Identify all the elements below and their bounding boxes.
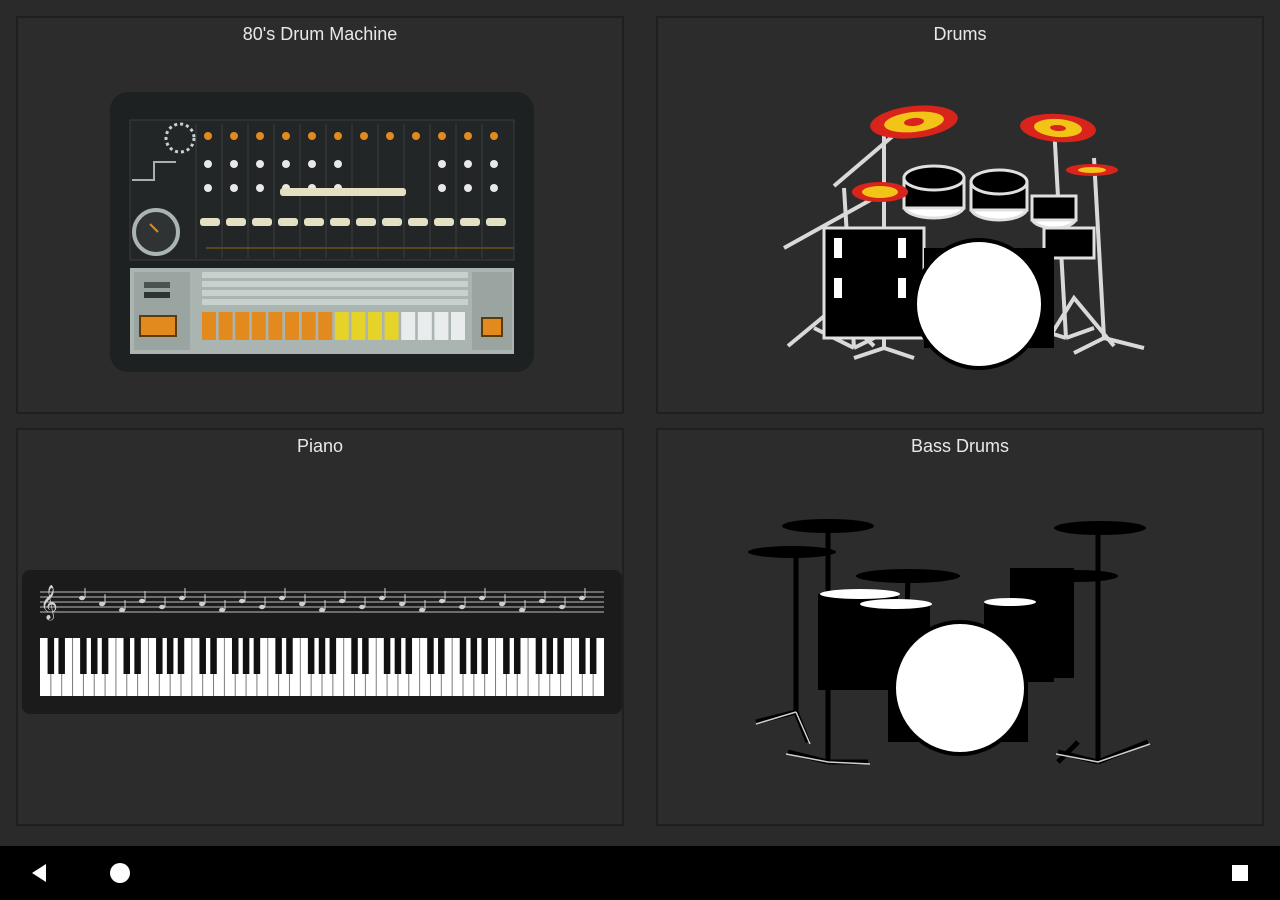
drum-machine-icon — [110, 92, 534, 372]
piano-keyboard-icon: 𝄞 — [22, 570, 622, 714]
tile-title: Bass Drums — [910, 436, 1009, 456]
tile-bass-drums[interactable]: Bass Drums — [656, 428, 1264, 826]
tile-title: 80's Drum Machine — [242, 24, 398, 44]
drum-kit-icon — [783, 105, 1145, 370]
back-icon — [32, 864, 46, 882]
tile-title: Piano — [296, 436, 344, 456]
home-icon — [110, 863, 130, 883]
tile-title: Drums — [933, 24, 987, 44]
back-button[interactable] — [13, 846, 67, 900]
recents-button[interactable] — [1213, 846, 1267, 900]
tile-drum-machine[interactable]: 80's Drum Machine — [16, 16, 624, 414]
tile-piano[interactable]: Piano 𝄞 — [16, 428, 624, 826]
home-button[interactable] — [93, 846, 147, 900]
svg-text:𝄞: 𝄞 — [40, 585, 58, 621]
tile-drums[interactable]: Drums — [656, 16, 1264, 414]
bass-drum-kit-icon — [748, 519, 1151, 765]
recents-icon — [1232, 865, 1248, 881]
navigation-bar — [0, 846, 1280, 900]
